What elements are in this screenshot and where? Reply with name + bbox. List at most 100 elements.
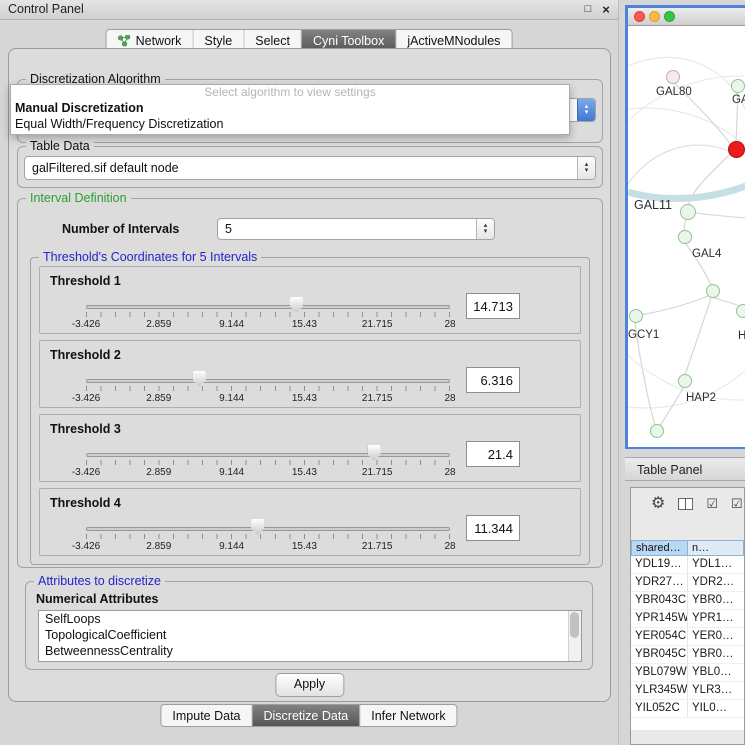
network-view-window: GAL80 GA GAL11 GAL4 GCY1 HAP2 H xyxy=(625,5,745,449)
apply-button[interactable]: Apply xyxy=(275,673,344,697)
cell: YBR0… xyxy=(688,646,744,663)
slider-thumb[interactable] xyxy=(193,371,206,387)
table-row[interactable]: YBR045CYBR0… xyxy=(631,646,744,664)
threshold-slider[interactable]: -3.426 2.859 9.144 15.43 21.715 28 xyxy=(86,515,450,555)
list-scrollbar[interactable] xyxy=(568,611,581,661)
columns-icon[interactable] xyxy=(678,498,693,510)
select-all-icon[interactable]: ☑ xyxy=(706,497,718,511)
slider-thumb[interactable] xyxy=(251,519,264,535)
cell: YDR27… xyxy=(631,574,688,591)
slider-scale: -3.426 2.859 9.144 15.43 21.715 28 xyxy=(86,541,450,553)
table-data-combobox[interactable]: galFiltered.sif default node ▴ ▾ xyxy=(24,156,596,180)
cell: YIL0… xyxy=(688,700,744,717)
discretize-panel: Discretization Algorithm ▴ ▾ Table Data … xyxy=(8,48,611,702)
slider-scale: -3.426 2.859 9.144 15.43 21.715 28 xyxy=(86,319,450,331)
panel-title: Control Panel xyxy=(8,0,84,19)
close-icon[interactable]: × xyxy=(598,0,614,19)
list-item[interactable]: TopologicalCoefficient xyxy=(39,627,581,643)
slider-track[interactable] xyxy=(86,379,450,383)
control-panel-titlebar: Control Panel □ × xyxy=(0,0,618,20)
network-node[interactable] xyxy=(731,79,745,93)
table-header-row: shared… n… xyxy=(631,540,744,556)
list-item[interactable]: SelfLoops xyxy=(39,611,581,627)
float-icon[interactable]: □ xyxy=(580,0,596,19)
column-header-shared-name[interactable]: shared… xyxy=(631,540,688,556)
threshold-slider[interactable]: -3.426 2.859 9.144 15.43 21.715 28 xyxy=(86,367,450,407)
table-row[interactable]: YPR145WYPR1… xyxy=(631,610,744,628)
dropdown-option[interactable]: Manual Discretization xyxy=(11,100,569,116)
gear-icon[interactable]: ⚙ xyxy=(651,496,665,512)
cell: YBR045C xyxy=(631,646,688,663)
group-title: Attributes to discretize xyxy=(34,574,165,589)
slider-thumb[interactable] xyxy=(290,297,303,313)
minimize-button[interactable] xyxy=(649,11,660,22)
table-row[interactable]: YLR345WYLR3… xyxy=(631,682,744,700)
cell: YBL079W xyxy=(631,664,688,681)
list-item[interactable]: BetweennessCentrality xyxy=(39,643,581,659)
dropdown-option[interactable]: Equal Width/Frequency Discretization xyxy=(11,116,569,132)
threshold-value-field[interactable]: 14.713 xyxy=(466,293,520,319)
threshold-label: Threshold 1 xyxy=(50,274,121,288)
show-selected-icon[interactable]: ☑ xyxy=(731,497,743,511)
slider-track[interactable] xyxy=(86,527,450,531)
column-header-name[interactable]: n… xyxy=(688,540,744,556)
network-node[interactable] xyxy=(629,309,643,323)
scale-label: 2.859 xyxy=(146,541,171,552)
network-icon xyxy=(118,35,131,47)
scale-label: -3.426 xyxy=(72,393,100,404)
scale-label: 9.144 xyxy=(219,393,244,404)
threshold-value-field[interactable]: 11.344 xyxy=(466,515,520,541)
zoom-button[interactable] xyxy=(664,11,675,22)
table-row[interactable]: YIL052CYIL0… xyxy=(631,700,744,718)
table-toolbar: ⚙ ☑ ☑ xyxy=(631,488,744,520)
threshold-slider[interactable]: -3.426 2.859 9.144 15.43 21.715 28 xyxy=(86,293,450,333)
slider-thumb[interactable] xyxy=(368,445,381,461)
threshold-label: Threshold 2 xyxy=(50,348,121,362)
cell: YPR145W xyxy=(631,610,688,627)
threshold-label: Threshold 4 xyxy=(50,496,121,510)
threshold-panel: Threshold 1 14.713 -3.426 2.859 9.144 15… xyxy=(39,266,581,334)
number-of-intervals-combobox[interactable]: 5 ▴ ▾ xyxy=(217,218,495,240)
network-node[interactable] xyxy=(678,230,692,244)
slider-ticks xyxy=(86,534,450,539)
close-button[interactable] xyxy=(634,11,645,22)
network-node[interactable] xyxy=(678,374,692,388)
network-node[interactable] xyxy=(706,284,720,298)
tab-infer-network[interactable]: Infer Network xyxy=(359,705,456,726)
cell: YBR043C xyxy=(631,592,688,609)
network-canvas[interactable]: GAL80 GA GAL11 GAL4 GCY1 HAP2 H xyxy=(628,26,745,447)
tab-label: Style xyxy=(204,34,232,48)
table-row[interactable]: YDR27…YDR2… xyxy=(631,574,744,592)
table-row[interactable]: YER054CYER0… xyxy=(631,628,744,646)
network-node[interactable] xyxy=(680,204,696,220)
tab-label: Cyni Toolbox xyxy=(313,34,384,48)
table-row[interactable]: YDL19…YDL1… xyxy=(631,556,744,574)
threshold-value-field[interactable]: 6.316 xyxy=(466,367,520,393)
combobox-stepper[interactable]: ▴ ▾ xyxy=(476,219,494,239)
slider-track[interactable] xyxy=(86,453,450,457)
cell: YDR2… xyxy=(688,574,744,591)
scale-label: 2.859 xyxy=(146,467,171,478)
slider-ticks xyxy=(86,460,450,465)
tab-impute-data[interactable]: Impute Data xyxy=(161,705,251,726)
threshold-slider[interactable]: -3.426 2.859 9.144 15.43 21.715 28 xyxy=(86,441,450,481)
combobox-stepper[interactable]: ▴ ▾ xyxy=(577,99,595,121)
scrollbar-thumb[interactable] xyxy=(570,612,579,638)
group-title: Table Data xyxy=(26,139,94,154)
scale-label: 28 xyxy=(444,319,455,330)
network-node[interactable] xyxy=(650,424,664,438)
cell: YBL0… xyxy=(688,664,744,681)
network-node[interactable] xyxy=(736,304,745,318)
network-node-selected[interactable] xyxy=(728,141,745,158)
threshold-value-field[interactable]: 21.4 xyxy=(466,441,520,467)
slider-ticks xyxy=(86,386,450,391)
threshold-panel: Threshold 4 11.344 -3.426 2.859 9.144 15… xyxy=(39,488,581,556)
scale-label: 15.43 xyxy=(292,393,317,404)
table-row[interactable]: YBL079WYBL0… xyxy=(631,664,744,682)
network-node[interactable] xyxy=(666,70,680,84)
network-window-titlebar xyxy=(628,8,745,26)
slider-track[interactable] xyxy=(86,305,450,309)
combobox-stepper[interactable]: ▴ ▾ xyxy=(577,157,595,179)
tab-discretize-data[interactable]: Discretize Data xyxy=(252,705,360,726)
table-row[interactable]: YBR043CYBR0… xyxy=(631,592,744,610)
